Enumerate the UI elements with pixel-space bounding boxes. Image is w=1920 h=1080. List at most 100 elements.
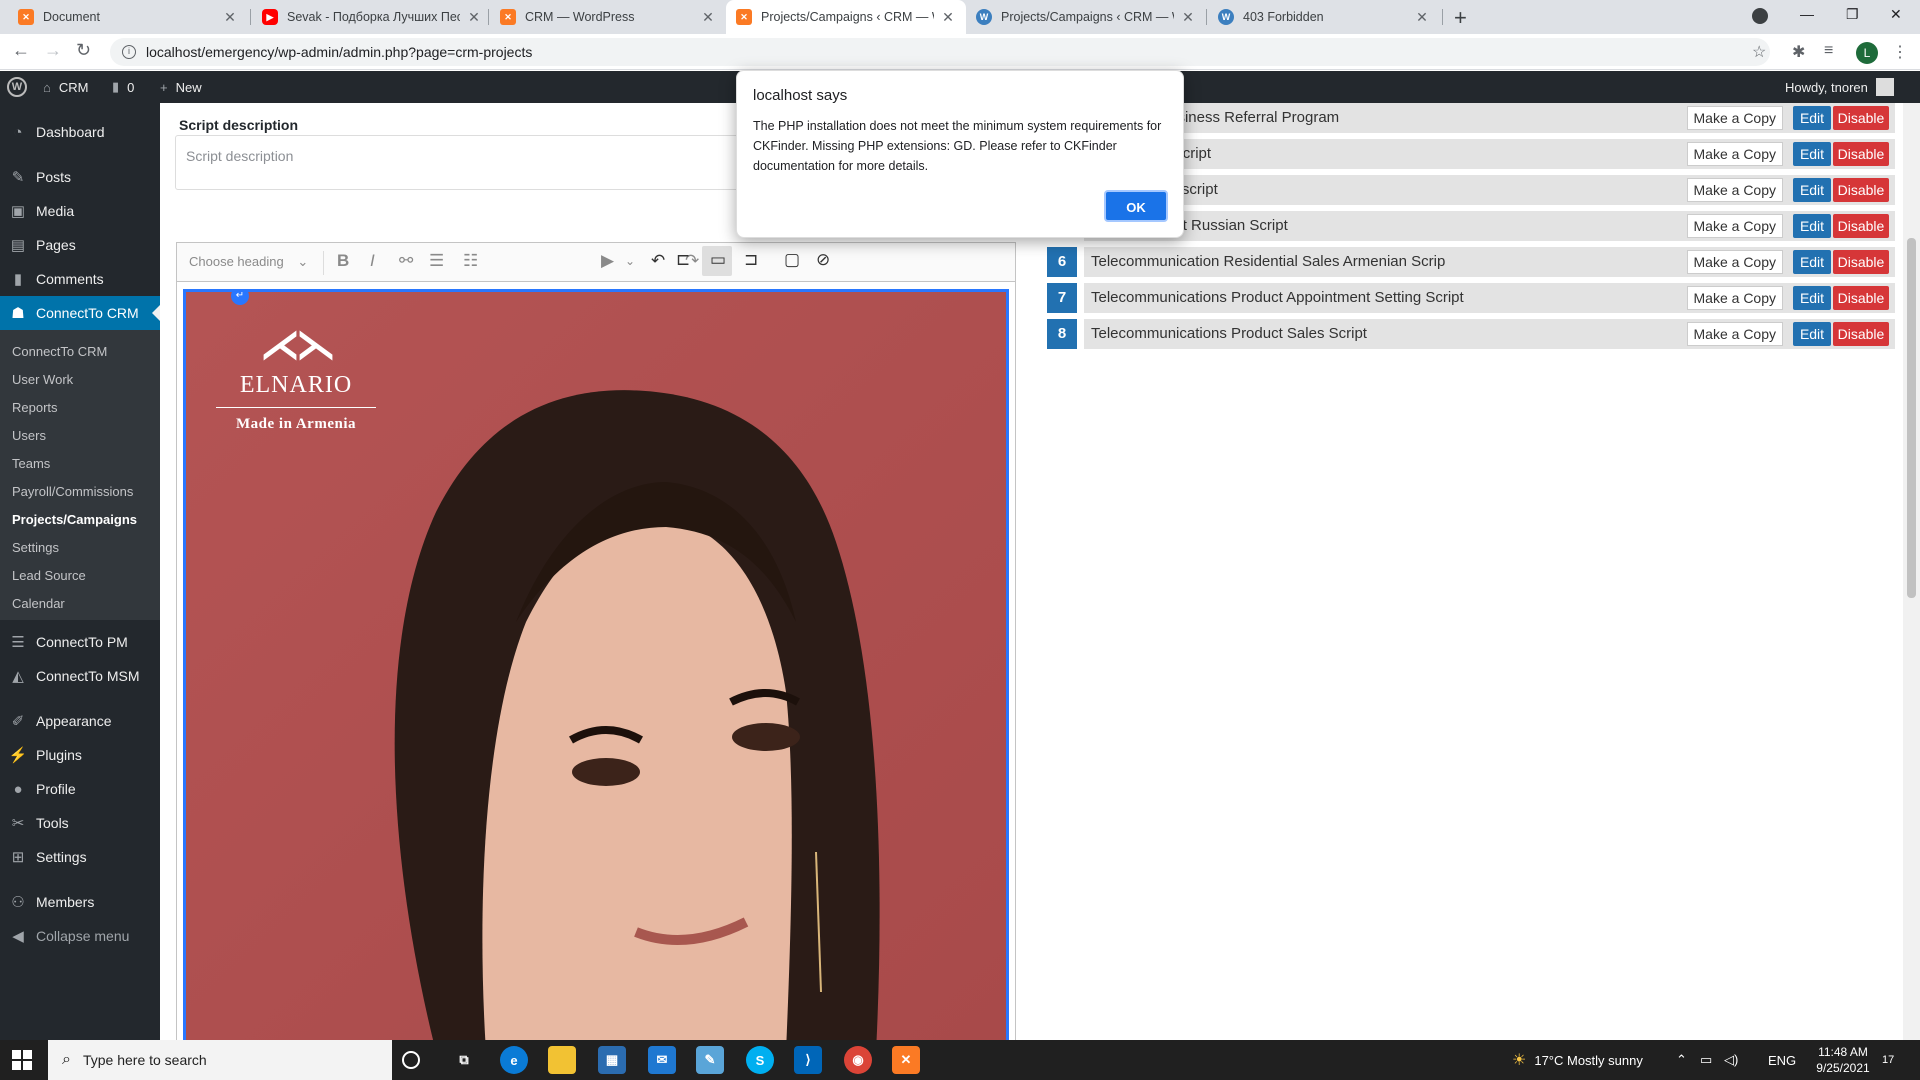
submenu-calendar[interactable]: Calendar: [12, 596, 65, 611]
extensions-icon[interactable]: ✱: [1792, 42, 1805, 62]
submenu-projects-campaigns[interactable]: Projects/Campaigns: [12, 512, 137, 527]
weather-widget[interactable]: ☀ 17°C Mostly sunny: [1512, 1040, 1643, 1080]
edit-button[interactable]: Edit: [1793, 178, 1831, 202]
menu-tools[interactable]: ✂ Tools: [0, 806, 160, 840]
make-copy-button[interactable]: Make a Copy: [1686, 142, 1783, 166]
image-full-width-icon[interactable]: ▭: [710, 250, 726, 270]
undo-icon[interactable]: ↶: [651, 251, 665, 271]
back-icon[interactable]: ←: [12, 40, 30, 61]
profile-avatar[interactable]: L: [1856, 42, 1878, 64]
file-explorer-icon[interactable]: [548, 1046, 576, 1074]
new-content-link[interactable]: + New: [160, 71, 202, 103]
make-copy-button[interactable]: Make a Copy: [1686, 178, 1783, 202]
menu-connectto-crm[interactable]: ☗ ConnectTo CRM: [0, 296, 160, 330]
network-icon[interactable]: ▭: [1700, 1040, 1712, 1080]
menu-collapse[interactable]: ◀ Collapse menu: [0, 919, 160, 953]
menu-pages[interactable]: ▤ Pages: [0, 228, 160, 262]
menu-dashboard[interactable]: ◔ Dashboard: [0, 115, 160, 149]
submenu-lead-source[interactable]: Lead Source: [12, 568, 86, 583]
close-icon[interactable]: ✕: [700, 9, 716, 26]
submenu-users[interactable]: Users: [12, 428, 46, 443]
heading-dropdown[interactable]: Choose heading ⌄: [189, 254, 308, 270]
media-embed-icon[interactable]: ▶: [601, 251, 614, 271]
windows-start-icon[interactable]: [12, 1050, 32, 1070]
submenu-user-work[interactable]: User Work: [12, 372, 73, 387]
menu-connectto-pm[interactable]: ☰ ConnectTo PM: [0, 625, 160, 659]
page-scrollbar[interactable]: [1903, 103, 1920, 1040]
menu-media[interactable]: ▣ Media: [0, 194, 160, 228]
minimize-icon[interactable]: —: [1800, 6, 1814, 22]
edit-button[interactable]: Edit: [1793, 142, 1831, 166]
notepad-icon[interactable]: ✎: [696, 1046, 724, 1074]
close-icon[interactable]: ✕: [222, 9, 238, 26]
notification-icon[interactable]: 17: [1882, 1040, 1894, 1080]
bold-icon[interactable]: B: [337, 251, 349, 271]
script-name[interactable]: Telecommunications Product Sales Script: [1091, 325, 1367, 342]
volume-icon[interactable]: ◁): [1724, 1040, 1738, 1080]
submenu-settings[interactable]: Settings: [12, 540, 59, 555]
chrome-menu-icon[interactable]: ⋮: [1892, 42, 1908, 62]
image-caption-icon[interactable]: ▢: [784, 250, 800, 270]
edit-button[interactable]: Edit: [1793, 286, 1831, 310]
edit-button[interactable]: Edit: [1793, 250, 1831, 274]
close-icon[interactable]: ✕: [1414, 9, 1430, 26]
close-icon[interactable]: ✕: [1180, 9, 1196, 26]
language-indicator[interactable]: ENG: [1768, 1040, 1796, 1080]
image-align-right-icon[interactable]: ⊐: [744, 250, 758, 270]
disable-button[interactable]: Disable: [1833, 106, 1889, 130]
disable-button[interactable]: Disable: [1833, 178, 1889, 202]
submenu-connectto-crm[interactable]: ConnectTo CRM: [12, 344, 107, 359]
disable-button[interactable]: Disable: [1833, 142, 1889, 166]
task-view-icon[interactable]: ⧉: [450, 1046, 478, 1074]
wp-logo-icon[interactable]: W: [7, 71, 27, 103]
disable-button[interactable]: Disable: [1833, 214, 1889, 238]
chrome-icon[interactable]: ◉: [844, 1046, 872, 1074]
make-copy-button[interactable]: Make a Copy: [1686, 250, 1783, 274]
numbered-list-icon[interactable]: ☷: [463, 251, 478, 271]
italic-icon[interactable]: I: [370, 251, 375, 271]
product-image[interactable]: ↵ ⋌⋋ ELNARIO Made in Armenia: [183, 289, 1009, 1049]
forward-icon[interactable]: →: [44, 40, 62, 61]
menu-posts[interactable]: ✎ Posts: [0, 160, 160, 194]
bookmark-star-icon[interactable]: ☆: [1752, 42, 1766, 62]
comments-link[interactable]: ▮ 0: [112, 71, 134, 103]
script-name[interactable]: Telecommunications Product Appointment S…: [1091, 289, 1464, 306]
disable-button[interactable]: Disable: [1833, 286, 1889, 310]
vscode-icon[interactable]: ⟩: [794, 1046, 822, 1074]
edit-button[interactable]: Edit: [1793, 322, 1831, 346]
hide-eye-icon[interactable]: ⊘: [816, 250, 830, 270]
menu-connectto-msm[interactable]: ◭ ConnectTo MSM: [0, 659, 160, 693]
submenu-teams[interactable]: Teams: [12, 456, 50, 471]
reading-list-icon[interactable]: ≡: [1824, 42, 1833, 60]
menu-appearance[interactable]: ✐ Appearance: [0, 704, 160, 738]
skype-icon[interactable]: S: [746, 1046, 774, 1074]
bullet-list-icon[interactable]: ☰: [429, 251, 444, 271]
menu-plugins[interactable]: ⚡ Plugins: [0, 738, 160, 772]
cortana-icon[interactable]: [402, 1051, 420, 1069]
image-align-left-icon[interactable]: ⊏: [676, 250, 690, 270]
browser-tab-active[interactable]: ✕ Projects/Campaigns ‹ CRM — W ✕: [726, 0, 966, 34]
ok-button[interactable]: OK: [1104, 190, 1168, 222]
chevron-down-icon[interactable]: ⌄: [625, 254, 635, 268]
close-icon[interactable]: ✕: [940, 9, 956, 26]
window-close-icon[interactable]: ✕: [1890, 6, 1902, 23]
browser-tab[interactable]: ✕ CRM — WordPress ✕: [490, 0, 726, 34]
disable-button[interactable]: Disable: [1833, 250, 1889, 274]
scrollbar-thumb[interactable]: [1907, 238, 1916, 598]
system-clock[interactable]: 11:48 AM 9/25/2021: [1808, 1044, 1878, 1076]
menu-members[interactable]: ⚇ Members: [0, 885, 160, 919]
restore-icon[interactable]: ❐: [1846, 6, 1859, 23]
address-bar[interactable]: i localhost/emergency/wp-admin/admin.php…: [110, 38, 1770, 66]
browser-tab[interactable]: ✕ Document ✕: [8, 0, 248, 34]
store-icon[interactable]: ▦: [598, 1046, 626, 1074]
script-name[interactable]: Telecommunication Residential Sales Arme…: [1091, 253, 1445, 270]
menu-settings[interactable]: ⊞ Settings: [0, 840, 160, 874]
reload-icon[interactable]: ↻: [76, 40, 91, 61]
browser-tab[interactable]: W 403 Forbidden ✕: [1208, 0, 1440, 34]
edit-button[interactable]: Edit: [1793, 106, 1831, 130]
disable-button[interactable]: Disable: [1833, 322, 1889, 346]
browser-tab[interactable]: W Projects/Campaigns ‹ CRM — W ✕: [966, 0, 1206, 34]
make-copy-button[interactable]: Make a Copy: [1686, 214, 1783, 238]
taskbar-search[interactable]: ⌕ Type here to search: [48, 1040, 392, 1080]
new-tab-icon[interactable]: +: [1454, 5, 1467, 31]
